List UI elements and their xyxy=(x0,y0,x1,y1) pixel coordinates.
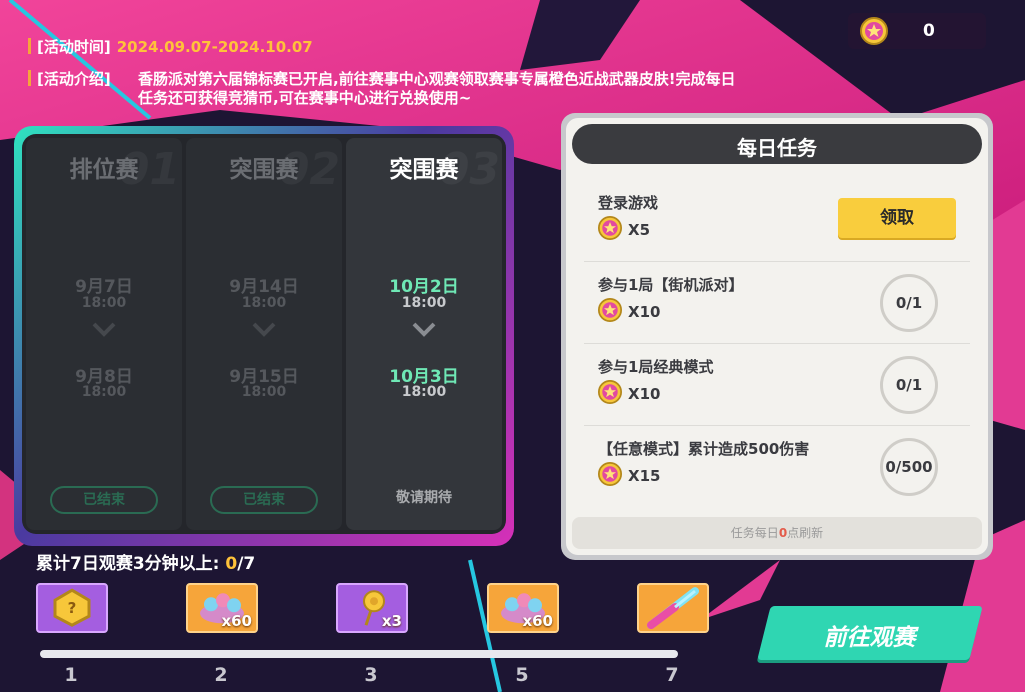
refresh-hour: 0 xyxy=(778,526,788,540)
reward-count: x60 xyxy=(221,612,252,630)
watch-current: 0 xyxy=(225,554,238,574)
stage-title: 突围赛 xyxy=(229,157,299,183)
stage-end-time: 18:00 xyxy=(81,384,127,400)
event-intro-row: [活动介绍] xyxy=(28,70,111,89)
star-coin-icon xyxy=(860,17,888,49)
stage-start-time: 18:00 xyxy=(81,295,127,311)
schedule-column-3: 03 突围赛 10月2日 18:00 10月3日 18:00 敬请期待 xyxy=(346,138,502,530)
task-row: 【任意模式】累计造成500伤害 X15 0/500 xyxy=(584,426,970,508)
star-coin-icon xyxy=(598,380,622,408)
task-progress: 0/1 xyxy=(880,356,938,414)
schedule-board: 01 排位赛 9月7日 18:00 9月8日 18:00 已结束 02 突围赛 9月14日 18:0… xyxy=(22,134,506,534)
stage-start-time: 18:00 xyxy=(241,295,287,311)
watch-label-text: 累计7日观赛3分钟以上: xyxy=(36,554,226,574)
event-time-row: [活动时间] 2024.09.07-2024.10.07 xyxy=(28,38,313,57)
progress-day-label: 2 xyxy=(214,664,228,686)
watch-progress-track xyxy=(40,650,678,658)
task-row: 登录游戏 X5 领取 xyxy=(584,180,970,262)
reward-card-day-2[interactable]: x60 xyxy=(186,583,258,633)
daily-tasks-panel: 每日任务 登录游戏 X5 领取参与1局【街机派对】 X10 0/1 参与1局经典模式 X10… xyxy=(566,118,988,555)
reward-card-day-3[interactable]: x3 xyxy=(336,583,408,633)
stage-start-time: 18:00 xyxy=(401,295,447,311)
progress-day-label: 5 xyxy=(515,664,529,686)
stage-start-date: 9月7日 xyxy=(75,277,133,297)
event-time-value: 2024.09.07-2024.10.07 xyxy=(116,38,313,56)
refresh-note-suffix: 点刷新 xyxy=(787,526,824,540)
stage-status-badge: 已结束 xyxy=(50,486,158,514)
task-reward: X10 xyxy=(598,298,660,326)
daily-tasks-title: 每日任务 xyxy=(737,136,817,160)
task-name: 参与1局经典模式 xyxy=(598,358,714,376)
go-watch-label: 前往观赛 xyxy=(823,625,916,651)
task-name: 参与1局【街机派对】 xyxy=(598,276,744,294)
task-reward-count: X5 xyxy=(628,221,651,239)
task-progress: 0/1 xyxy=(880,274,938,332)
stage-title: 突围赛 xyxy=(389,157,459,183)
progress-day-label: 1 xyxy=(64,664,78,686)
tasks-refresh-note: 任务每日0点刷新 xyxy=(572,517,982,549)
task-name: 登录游戏 xyxy=(598,194,659,212)
coin-counter: 0 xyxy=(848,13,986,49)
task-reward: X10 xyxy=(598,380,660,408)
claim-button[interactable]: 领取 xyxy=(838,198,956,238)
watch-total: /7 xyxy=(237,554,256,574)
daily-tasks-header: 每日任务 xyxy=(572,124,982,164)
reward-card-day-7[interactable] xyxy=(637,583,709,633)
progress-day-label: 7 xyxy=(665,664,679,686)
melee-weapon-icon xyxy=(645,585,701,630)
stage-start-date: 10月2日 xyxy=(389,277,459,297)
star-coin-icon xyxy=(598,216,622,244)
task-name: 【任意模式】累计造成500伤害 xyxy=(598,440,810,458)
refresh-note-prefix: 任务每日 xyxy=(730,526,779,540)
watch-progress-label: 累计7日观赛3分钟以上: 0/7 xyxy=(36,549,255,574)
task-row: 参与1局经典模式 X10 0/1 xyxy=(584,344,970,426)
task-reward: X15 xyxy=(598,462,660,490)
stage-end-time: 18:00 xyxy=(241,384,287,400)
stage-title: 排位赛 xyxy=(69,157,139,183)
progress-day-label: 3 xyxy=(364,664,378,686)
task-reward-count: X10 xyxy=(628,303,661,321)
accent-bar xyxy=(28,38,31,54)
task-reward: X5 xyxy=(598,216,650,244)
chevron-down-icon xyxy=(412,322,436,342)
chevron-down-icon xyxy=(92,322,116,342)
schedule-column-1: 01 排位赛 9月7日 18:00 9月8日 18:00 已结束 xyxy=(26,138,182,530)
coin-count: 0 xyxy=(923,21,935,41)
stage-status-badge: 已结束 xyxy=(210,486,318,514)
stage-status-badge: 敬请期待 xyxy=(396,490,452,506)
task-reward-count: X15 xyxy=(628,467,661,485)
task-progress: 0/500 xyxy=(880,438,938,496)
reward-card-day-5[interactable]: x60 xyxy=(487,583,559,633)
gold-badge-icon: ? xyxy=(50,587,94,627)
go-watch-button[interactable]: 前往观赛 xyxy=(757,606,983,660)
stage-start-date: 9月14日 xyxy=(229,277,299,297)
star-coin-icon xyxy=(598,298,622,326)
reward-count: x60 xyxy=(522,612,553,630)
stage-end-time: 18:00 xyxy=(401,384,447,400)
event-intro-text: 香肠派对第六届锦标赛已开启,前往赛事中心观赛领取赛事专属橙色近战武器皮肤!完成每… xyxy=(138,70,736,107)
star-coin-icon xyxy=(598,462,622,490)
accent-bar xyxy=(28,70,31,86)
task-reward-count: X10 xyxy=(628,385,661,403)
event-intro-label: [活动介绍] xyxy=(37,70,111,88)
task-row: 参与1局【街机派对】 X10 0/1 xyxy=(584,262,970,344)
schedule-column-2: 02 突围赛 9月14日 18:00 9月15日 18:00 已结束 xyxy=(186,138,342,530)
reward-card-day-1[interactable]: ? xyxy=(36,583,108,633)
reward-count: x3 xyxy=(381,612,402,630)
event-time-label: [活动时间] xyxy=(37,38,111,56)
chevron-down-icon xyxy=(252,322,276,342)
svg-text:?: ? xyxy=(68,599,77,617)
